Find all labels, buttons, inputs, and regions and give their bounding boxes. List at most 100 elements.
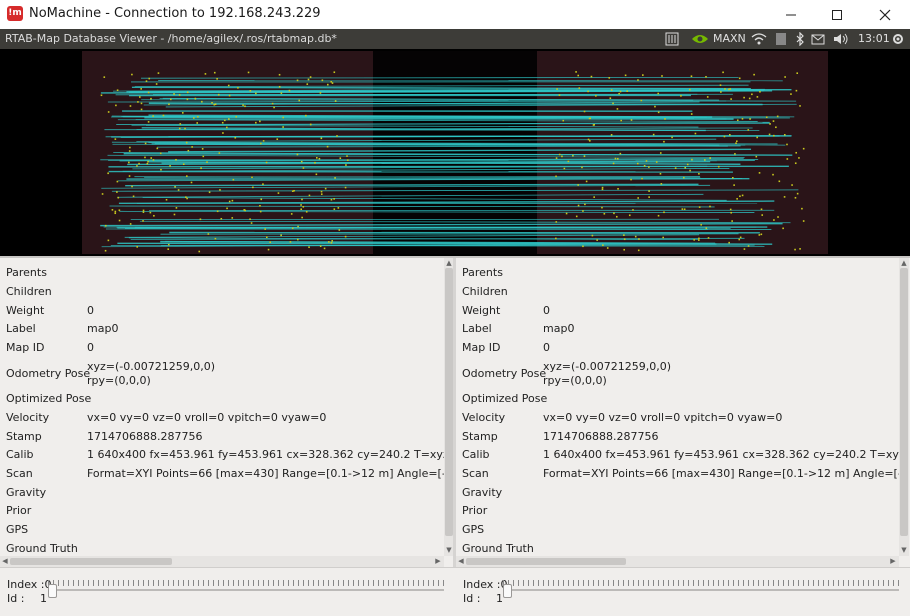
power-mode[interactable]: MAXN [713,32,746,45]
scroll-thumb[interactable] [10,558,172,565]
right-horizontal-scrollbar[interactable]: ◀ ▶ [456,556,899,567]
feature-point [607,247,609,249]
scroll-down-icon[interactable]: ▼ [900,546,908,554]
right-id-value: 1 [496,592,503,605]
scroll-left-icon[interactable]: ◀ [1,557,9,566]
feature-point [150,157,152,159]
feature-point [707,96,709,98]
feature-point [642,74,644,76]
feature-point [141,109,143,111]
slider-handle[interactable] [503,584,512,598]
feature-point [747,129,749,131]
gear-icon[interactable] [891,32,905,46]
minimize-button[interactable] [768,0,814,29]
keyboard-layout-icon[interactable] [665,32,679,46]
feature-point [173,93,175,95]
feature-point [638,238,640,240]
feature-point [629,214,631,216]
left-horizontal-scrollbar[interactable]: ◀ ▶ [0,556,444,567]
feature-point [316,157,318,159]
scroll-up-icon[interactable]: ▲ [445,259,453,267]
stamp-label: Stamp [462,430,498,443]
feature-point [188,150,190,152]
image-match-view[interactable] [0,49,910,256]
feature-point [136,165,138,167]
feature-point [200,218,202,220]
feature-point [753,74,755,76]
feature-point [278,192,280,194]
feature-point [108,111,110,113]
wifi-icon[interactable] [751,32,767,46]
feature-point [105,225,107,227]
nvidia-icon[interactable] [690,32,710,46]
feature-point [660,152,662,154]
feature-point [320,92,322,94]
feature-point [736,140,738,142]
feature-point [200,167,202,169]
close-button[interactable] [862,0,908,29]
feature-point [562,120,564,122]
scroll-thumb[interactable] [466,558,626,565]
feature-point [331,199,333,201]
feature-point [660,173,662,175]
feature-point [250,90,252,92]
feature-point [612,103,614,105]
feature-point [310,76,312,78]
feature-point [661,75,663,77]
bluetooth-icon[interactable] [795,32,805,46]
feature-point [327,146,329,148]
feature-point [734,153,736,155]
feature-point [761,208,763,210]
feature-point [321,193,323,195]
left-node-slider[interactable] [48,580,444,594]
right-vertical-scrollbar[interactable]: ▲ ▼ [899,258,909,556]
feature-point [102,193,104,195]
feature-point [555,176,557,178]
scroll-right-icon[interactable]: ▶ [434,557,442,566]
feature-point [101,94,103,96]
gps-label: GPS [6,523,28,536]
scroll-thumb[interactable] [445,268,453,536]
scroll-right-icon[interactable]: ▶ [889,557,897,566]
scroll-up-icon[interactable]: ▲ [900,259,908,267]
feature-point [153,215,155,217]
usb-icon[interactable] [775,32,787,46]
feature-point [324,248,326,250]
feature-point [108,240,110,242]
feature-point [184,128,186,130]
feature-point [738,239,740,241]
feature-point [798,157,800,159]
feature-point [777,116,779,118]
feature-point [119,220,121,222]
feature-point [617,188,619,190]
feature-point [305,115,307,117]
feature-point [198,251,200,253]
feature-point [226,127,228,129]
scroll-left-icon[interactable]: ◀ [457,557,465,566]
scroll-down-icon[interactable]: ▼ [445,546,453,554]
feature-point [336,135,338,137]
feature-point [308,79,310,81]
scroll-thumb[interactable] [900,268,908,536]
maximize-button[interactable] [814,0,860,29]
feature-point [610,97,612,99]
feature-point [584,111,586,113]
feature-point [630,179,632,181]
slider-handle[interactable] [48,584,57,598]
feature-point [115,105,117,107]
odometry-rpy-value: rpy=(0,0,0) [87,374,151,387]
volume-icon[interactable] [833,32,849,46]
feature-point [116,191,118,193]
feature-point [158,72,160,74]
feature-point [195,98,197,100]
feature-point [596,239,598,241]
right-node-slider[interactable] [503,580,899,594]
feature-point [559,94,561,96]
feature-point [705,76,707,78]
feature-point [581,167,583,169]
velocity-value: vx=0 vy=0 vz=0 vroll=0 vpitch=0 vyaw=0 [87,411,326,424]
feature-point [112,209,114,211]
mail-icon[interactable] [811,32,825,46]
feature-point [105,250,107,252]
clock[interactable]: 13:01 [858,32,890,45]
